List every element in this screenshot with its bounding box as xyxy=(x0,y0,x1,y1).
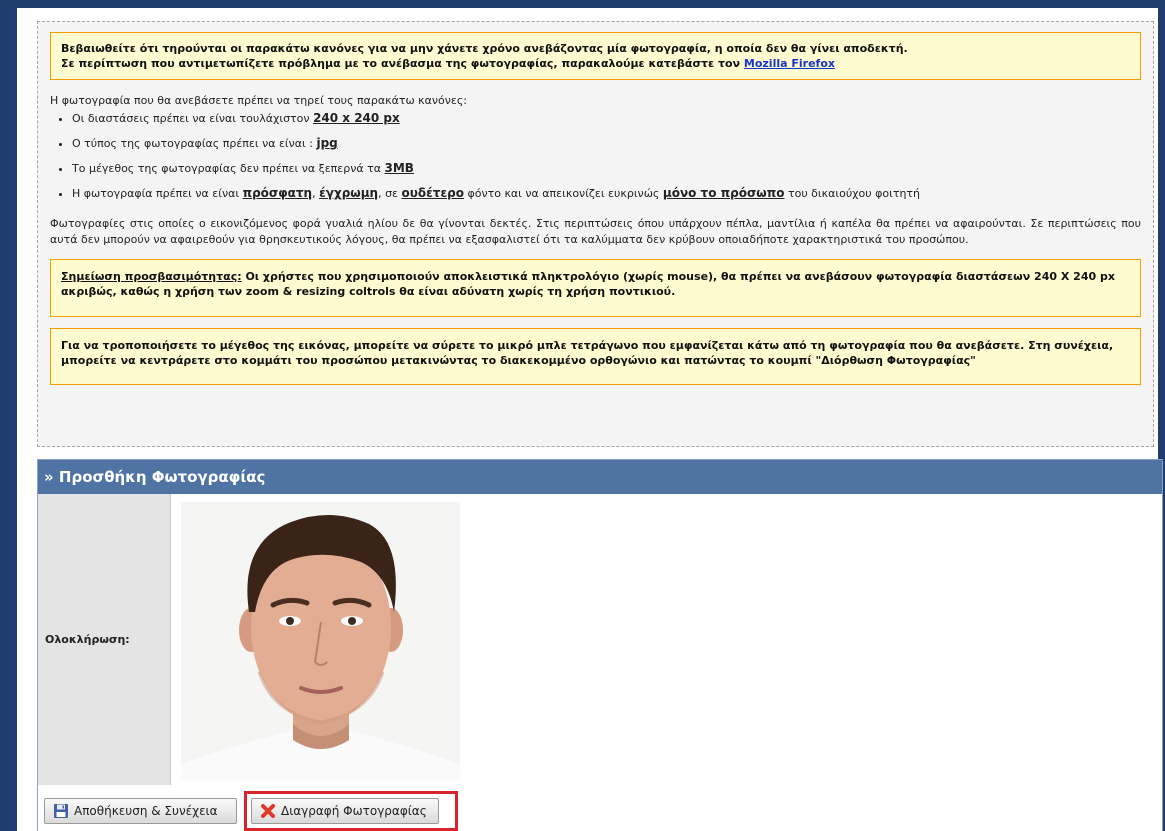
rule-type-text: Ο τύπος της φωτογραφίας πρέπει να είναι … xyxy=(72,137,317,150)
rule-content-neutral: ουδέτερο xyxy=(401,186,464,200)
portrait-image xyxy=(181,502,460,780)
section-title: » Προσθήκη Φωτογραφίας xyxy=(38,460,1162,494)
rule-content-i: του δικαιούχου φοιτητή xyxy=(784,187,921,200)
rule-content-e: , σε xyxy=(378,187,402,200)
rule-size-value: 3MB xyxy=(384,161,414,175)
delete-photo-button[interactable]: Διαγραφή Φωτογραφίας xyxy=(251,798,439,824)
warning-line-1: Βεβαιωθείτε ότι τηρούνται οι παρακάτω κα… xyxy=(61,42,908,55)
uploaded-photo xyxy=(181,502,460,780)
sunglasses-paragraph: Φωτογραφίες στις οποίες ο εικονιζόμενος … xyxy=(50,217,1141,246)
accessibility-note: Σημείωση προσβασιμότητας: Οι χρήστες που… xyxy=(50,259,1141,317)
save-continue-label: Αποθήκευση & Συνέχεια xyxy=(74,804,218,818)
warning-line-2-text: Σε περίπτωση που αντιμετωπίζετε πρόβλημα… xyxy=(61,57,744,70)
add-photo-section: » Προσθήκη Φωτογραφίας Ολοκλήρωση: Αποθή… xyxy=(37,459,1163,831)
rule-content-a: Η φωτογραφία πρέπει να είναι xyxy=(72,187,243,200)
delete-photo-label: Διαγραφή Φωτογραφίας xyxy=(281,804,427,818)
rule-content-face: μόνο το πρόσωπο xyxy=(662,186,785,200)
rules-intro: Η φωτογραφία που θα ανεβάσετε πρέπει να … xyxy=(50,94,468,107)
floppy-disk-icon xyxy=(53,803,69,819)
warning-line-2: Σε περίπτωση που αντιμετωπίζετε πρόβλημα… xyxy=(61,56,1130,71)
rule-content: Η φωτογραφία πρέπει να είναι πρόσφατη, έ… xyxy=(72,185,1141,202)
rules-list: Οι διαστάσεις πρέπει να είναι τουλάχιστο… xyxy=(50,110,1141,202)
resize-note: Για να τροποποιήσετε το μέγεθος της εικό… xyxy=(50,328,1141,385)
save-continue-button[interactable]: Αποθήκευση & Συνέχεια xyxy=(44,798,237,824)
rule-content-g: φόντο και να απεικονίζει ευκρινώς xyxy=(463,187,663,200)
warning-note: Βεβαιωθείτε ότι τηρούνται οι παρακάτω κα… xyxy=(50,32,1141,80)
rule-content-recent: πρόσφατη xyxy=(242,186,313,200)
rule-content-color: έγχρωμη xyxy=(319,186,379,200)
rule-dimensions-value: 240 x 240 px xyxy=(313,111,400,125)
rule-size-text: Το μέγεθος της φωτογραφίας δεν πρέπει να… xyxy=(72,162,385,175)
completion-row: Ολοκλήρωση: xyxy=(38,494,1162,785)
rule-type-value: jpg xyxy=(316,136,338,150)
rule-size: Το μέγεθος της φωτογραφίας δεν πρέπει να… xyxy=(72,160,1141,177)
completion-label: Ολοκλήρωση: xyxy=(38,494,171,785)
red-x-icon xyxy=(260,803,276,819)
accessibility-label: Σημείωση προσβασιμότητας: xyxy=(61,270,242,283)
photo-rules-panel: Βεβαιωθείτε ότι τηρούνται οι παρακάτω κα… xyxy=(37,21,1154,447)
main-frame: Βεβαιωθείτε ότι τηρούνται οι παρακάτω κα… xyxy=(14,8,1163,831)
button-row: Αποθήκευση & Συνέχεια Διαγραφή Φωτογραφί… xyxy=(38,785,1162,831)
rule-type: Ο τύπος της φωτογραφίας πρέπει να είναι … xyxy=(72,135,1141,152)
rule-dimensions-text: Οι διαστάσεις πρέπει να είναι τουλάχιστο… xyxy=(72,112,314,125)
firefox-link[interactable]: Mozilla Firefox xyxy=(744,57,835,70)
rule-dimensions: Οι διαστάσεις πρέπει να είναι τουλάχιστο… xyxy=(72,110,1141,127)
